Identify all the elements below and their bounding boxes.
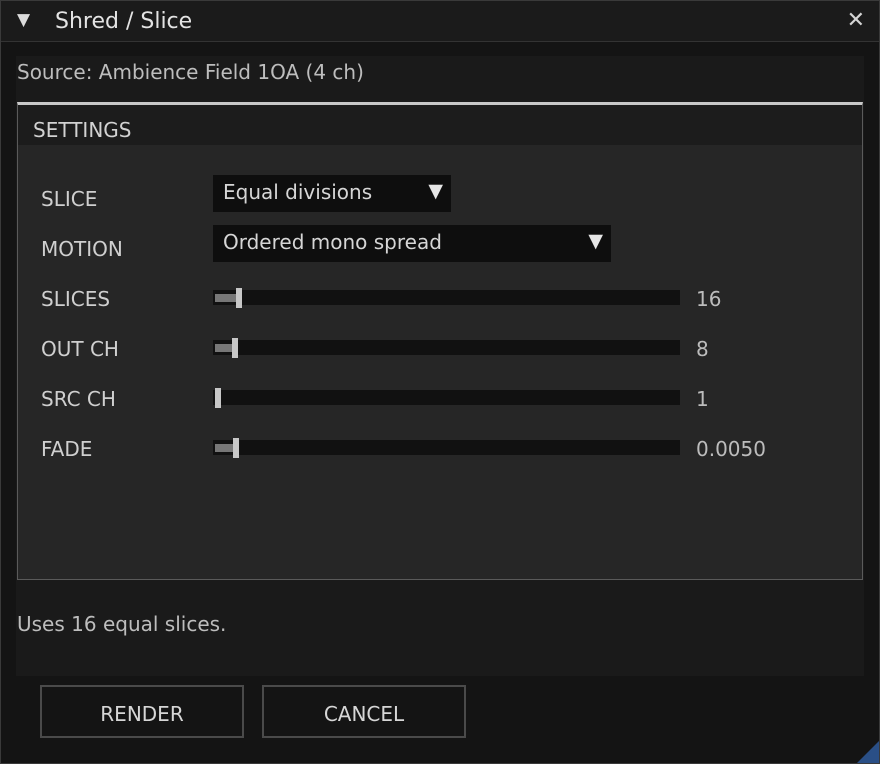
out-ch-value: 8 bbox=[696, 337, 709, 361]
src-ch-value: 1 bbox=[696, 387, 709, 411]
slice-label: SLICE bbox=[41, 187, 98, 211]
cancel-button[interactable]: CANCEL bbox=[262, 685, 466, 738]
dialog-body: Source: Ambience Field 1OA (4 ch) SETTIN… bbox=[16, 56, 864, 676]
slices-label: SLICES bbox=[41, 287, 111, 311]
settings-panel: SETTINGS SLICE Equal divisions ▼ MOTION … bbox=[17, 102, 863, 580]
motion-dropdown-value: Ordered mono spread bbox=[223, 230, 442, 254]
fade-slider-thumb[interactable] bbox=[233, 438, 239, 458]
src-ch-label: SRC CH bbox=[41, 387, 116, 411]
slice-dropdown[interactable]: Equal divisions ▼ bbox=[213, 175, 451, 212]
slices-slider[interactable] bbox=[213, 288, 680, 308]
window-title: Shred / Slice bbox=[55, 9, 193, 34]
out-ch-slider-thumb[interactable] bbox=[232, 338, 238, 358]
slices-value: 16 bbox=[696, 287, 722, 311]
resize-grip-icon[interactable] bbox=[857, 741, 879, 763]
title-bar[interactable]: ▼ Shred / Slice ✕ bbox=[1, 1, 879, 42]
settings-title: SETTINGS bbox=[33, 118, 132, 142]
fade-label: FADE bbox=[41, 437, 93, 461]
settings-header[interactable]: SETTINGS bbox=[18, 105, 862, 145]
chevron-down-icon: ▼ bbox=[588, 230, 603, 252]
out-ch-label: OUT CH bbox=[41, 337, 119, 361]
close-icon[interactable]: ✕ bbox=[847, 8, 865, 33]
fade-slider[interactable] bbox=[213, 438, 680, 458]
fade-slider-fill bbox=[215, 444, 235, 452]
src-ch-slider-thumb[interactable] bbox=[215, 388, 221, 408]
status-text: Uses 16 equal slices. bbox=[17, 612, 227, 636]
chevron-down-icon: ▼ bbox=[428, 180, 443, 202]
fade-value: 0.0050 bbox=[696, 437, 766, 461]
slices-slider-thumb[interactable] bbox=[236, 288, 242, 308]
slice-dropdown-value: Equal divisions bbox=[223, 180, 373, 204]
motion-dropdown[interactable]: Ordered mono spread ▼ bbox=[213, 225, 611, 262]
slices-slider-fill bbox=[215, 294, 238, 302]
shred-slice-dialog: ▼ Shred / Slice ✕ Source: Ambience Field… bbox=[0, 0, 880, 764]
render-button[interactable]: RENDER bbox=[40, 685, 244, 738]
motion-label: MOTION bbox=[41, 237, 123, 261]
out-ch-slider[interactable] bbox=[213, 338, 680, 358]
src-ch-slider[interactable] bbox=[213, 388, 680, 408]
collapse-icon[interactable]: ▼ bbox=[17, 10, 30, 30]
source-label: Source: Ambience Field 1OA (4 ch) bbox=[17, 60, 364, 84]
